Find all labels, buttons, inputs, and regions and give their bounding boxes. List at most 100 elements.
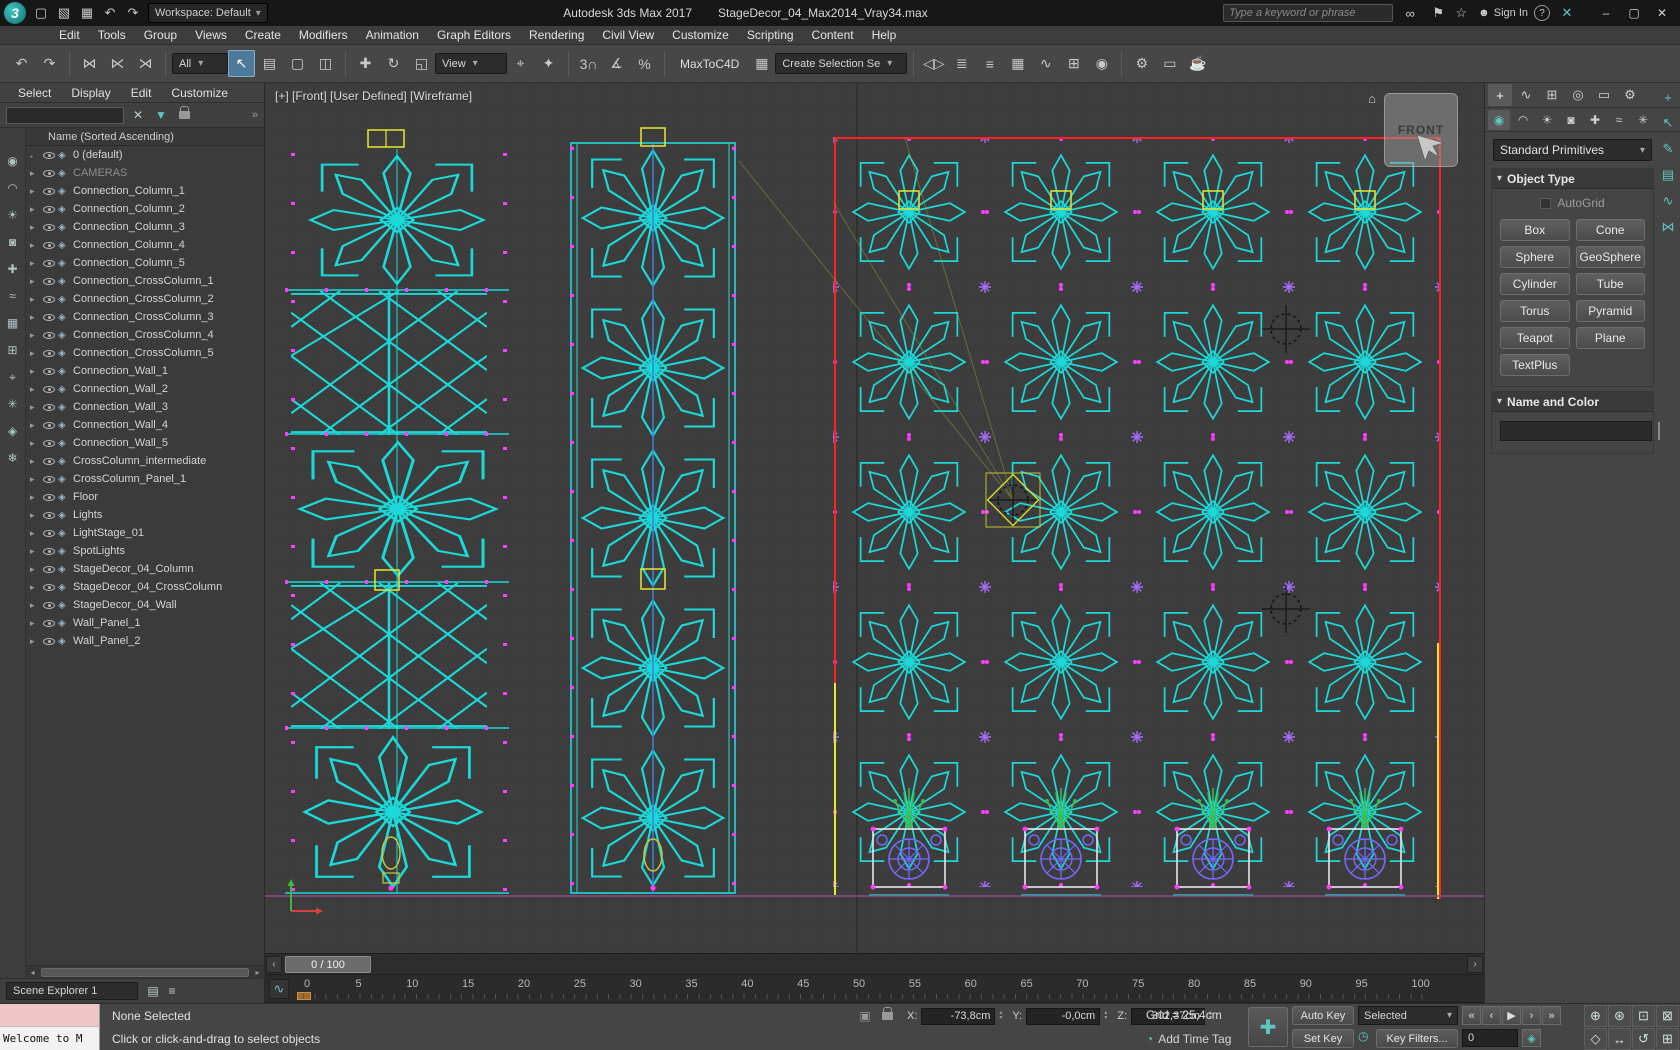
- save-file-icon[interactable]: ▦: [76, 2, 98, 24]
- zoom-icon[interactable]: ⊕: [1584, 1005, 1607, 1027]
- current-frame-field[interactable]: 0: [1462, 1029, 1518, 1047]
- teapot-button[interactable]: Teapot: [1500, 327, 1570, 349]
- rail-add-icon[interactable]: +: [1659, 88, 1677, 106]
- previous-frame-arrow[interactable]: ‹: [266, 956, 282, 973]
- maxscript-mini-listener[interactable]: Welcome to M: [0, 1026, 100, 1050]
- category-helpers[interactable]: ✚: [1584, 110, 1606, 130]
- object-name-input[interactable]: [1500, 421, 1652, 441]
- next-frame-arrow[interactable]: ›: [1467, 956, 1483, 973]
- scene-explorer-row[interactable]: Wall_Panel_1: [26, 614, 264, 632]
- scene-explorer-row[interactable]: Connection_Wall_3: [26, 398, 264, 416]
- y-coordinate-field[interactable]: -0,0cm: [1026, 1007, 1101, 1025]
- rail-layers-icon[interactable]: ▤: [1659, 166, 1677, 184]
- menu-civil-view[interactable]: Civil View: [593, 26, 663, 45]
- next-frame-button[interactable]: ›: [1522, 1006, 1541, 1025]
- filter-materials-icon[interactable]: ◈: [4, 422, 22, 440]
- scene-explorer-row[interactable]: StageDecor_04_Column: [26, 560, 264, 578]
- visibility-eye-icon[interactable]: [43, 205, 55, 213]
- visibility-eye-icon[interactable]: [43, 403, 55, 411]
- scene-explorer-row[interactable]: Connection_Wall_2: [26, 380, 264, 398]
- expand-arrow-icon[interactable]: [30, 438, 40, 449]
- visibility-eye-icon[interactable]: [43, 223, 55, 231]
- time-slider-handle[interactable]: 0 / 100: [285, 956, 371, 973]
- zoom-region-icon[interactable]: ⊠: [1656, 1005, 1679, 1027]
- tab-hierarchy[interactable]: ⊞: [1540, 84, 1564, 106]
- filter-particles-icon[interactable]: ✳: [4, 395, 22, 413]
- render-setup-button[interactable]: ⚙: [1128, 50, 1155, 77]
- scene-explorer-row[interactable]: Lights: [26, 506, 264, 524]
- filter-groups-icon[interactable]: ▦: [4, 314, 22, 332]
- redo-button[interactable]: ↷: [36, 50, 63, 77]
- explorer-menu-edit[interactable]: Edit: [121, 86, 162, 100]
- menu-animation[interactable]: Animation: [357, 26, 428, 45]
- expand-arrow-icon[interactable]: [30, 312, 40, 323]
- select-and-move-button[interactable]: ✚: [352, 50, 379, 77]
- menu-group[interactable]: Group: [135, 26, 186, 45]
- maxtoc4d-button[interactable]: MaxToC4D: [671, 57, 748, 71]
- autogrid-checkbox[interactable]: [1540, 197, 1552, 209]
- visibility-eye-icon[interactable]: [43, 637, 55, 645]
- scroll-right-icon[interactable]: ▸: [251, 966, 264, 978]
- mini-curve-editor-button[interactable]: ∿: [269, 979, 289, 999]
- menu-help[interactable]: Help: [863, 26, 906, 45]
- viewport-canvas[interactable]: [265, 83, 1484, 953]
- edit-named-selections-button[interactable]: ▦: [748, 50, 775, 77]
- object-type-rollout-header[interactable]: Object Type: [1492, 169, 1653, 189]
- visibility-eye-icon[interactable]: [43, 331, 55, 339]
- menu-rendering[interactable]: Rendering: [520, 26, 593, 45]
- play-button[interactable]: ▶: [1502, 1006, 1521, 1025]
- tab-display[interactable]: ▭: [1592, 84, 1616, 106]
- redo-icon[interactable]: ↷: [122, 2, 144, 24]
- ribbon-toggle-button[interactable]: ▦: [1004, 50, 1031, 77]
- scene-explorer-row[interactable]: Connection_Wall_5: [26, 434, 264, 452]
- isolate-selection-icon[interactable]: ▣: [856, 1007, 874, 1025]
- key-mode-toggle[interactable]: ◈: [1522, 1029, 1541, 1047]
- category-shapes[interactable]: ◠: [1512, 110, 1534, 130]
- scene-explorer-row[interactable]: CrossColumn_intermediate: [26, 452, 264, 470]
- scene-explorer-row[interactable]: Connection_Column_5: [26, 254, 264, 272]
- menu-graph-editors[interactable]: Graph Editors: [428, 26, 520, 45]
- bind-to-space-warp-icon[interactable]: ⋊: [132, 50, 159, 77]
- visibility-eye-icon[interactable]: [43, 241, 55, 249]
- expand-arrow-icon[interactable]: [30, 456, 40, 467]
- rail-select-icon[interactable]: ↖: [1659, 114, 1677, 132]
- menu-scripting[interactable]: Scripting: [738, 26, 803, 45]
- rail-pencil-icon[interactable]: ✎: [1659, 140, 1677, 158]
- maximize-button[interactable]: ▢: [1620, 1, 1648, 25]
- visibility-eye-icon[interactable]: [43, 619, 55, 627]
- x-coordinate-field[interactable]: -73,8cm: [921, 1007, 996, 1025]
- filter-xrefs-icon[interactable]: ⊞: [4, 341, 22, 359]
- scene-explorer-row[interactable]: Connection_CrossColumn_3: [26, 308, 264, 326]
- expand-arrow-icon[interactable]: [30, 582, 40, 593]
- expand-arrow-icon[interactable]: [30, 366, 40, 377]
- expand-arrow-icon[interactable]: [30, 330, 40, 341]
- go-to-end-button[interactable]: »: [1542, 1006, 1561, 1025]
- previous-frame-button[interactable]: ‹: [1482, 1006, 1501, 1025]
- expand-arrow-icon[interactable]: [30, 474, 40, 485]
- snaps-toggle[interactable]: 3∩: [575, 50, 602, 77]
- rail-curve-icon[interactable]: ∿: [1659, 192, 1677, 210]
- filter-shapes-icon[interactable]: ◠: [4, 179, 22, 197]
- menu-edit[interactable]: Edit: [50, 26, 89, 45]
- filter-lights-icon[interactable]: ☀: [4, 206, 22, 224]
- expand-arrow-icon[interactable]: [30, 240, 40, 251]
- explorer-layers-icon[interactable]: ▤: [144, 982, 162, 1000]
- chevron-more-icon[interactable]: »: [252, 109, 258, 121]
- exchange-icon[interactable]: ✕: [1556, 2, 1578, 24]
- visibility-eye-icon[interactable]: [43, 313, 55, 321]
- explorer-sort-header[interactable]: Name (Sorted Ascending): [26, 128, 264, 146]
- primitive-category-dropdown[interactable]: Standard Primitives: [1493, 139, 1652, 161]
- visibility-eye-icon[interactable]: [43, 493, 55, 501]
- expand-arrow-icon[interactable]: [30, 546, 40, 557]
- scene-explorer-row[interactable]: Floor: [26, 488, 264, 506]
- rendered-frame-button[interactable]: ▭: [1156, 50, 1183, 77]
- sign-in-button[interactable]: ☻ Sign In: [1478, 7, 1528, 19]
- expand-arrow-icon[interactable]: [30, 528, 40, 539]
- scene-explorer-row[interactable]: Connection_Column_4: [26, 236, 264, 254]
- visibility-eye-icon[interactable]: [43, 583, 55, 591]
- expand-arrow-icon[interactable]: [30, 276, 40, 287]
- crosshair-arrows-button[interactable]: ✚: [1248, 1007, 1288, 1047]
- explorer-menu-select[interactable]: Select: [8, 86, 61, 100]
- align-button[interactable]: ≣: [948, 50, 975, 77]
- select-and-manipulate-button[interactable]: ✦: [535, 50, 562, 77]
